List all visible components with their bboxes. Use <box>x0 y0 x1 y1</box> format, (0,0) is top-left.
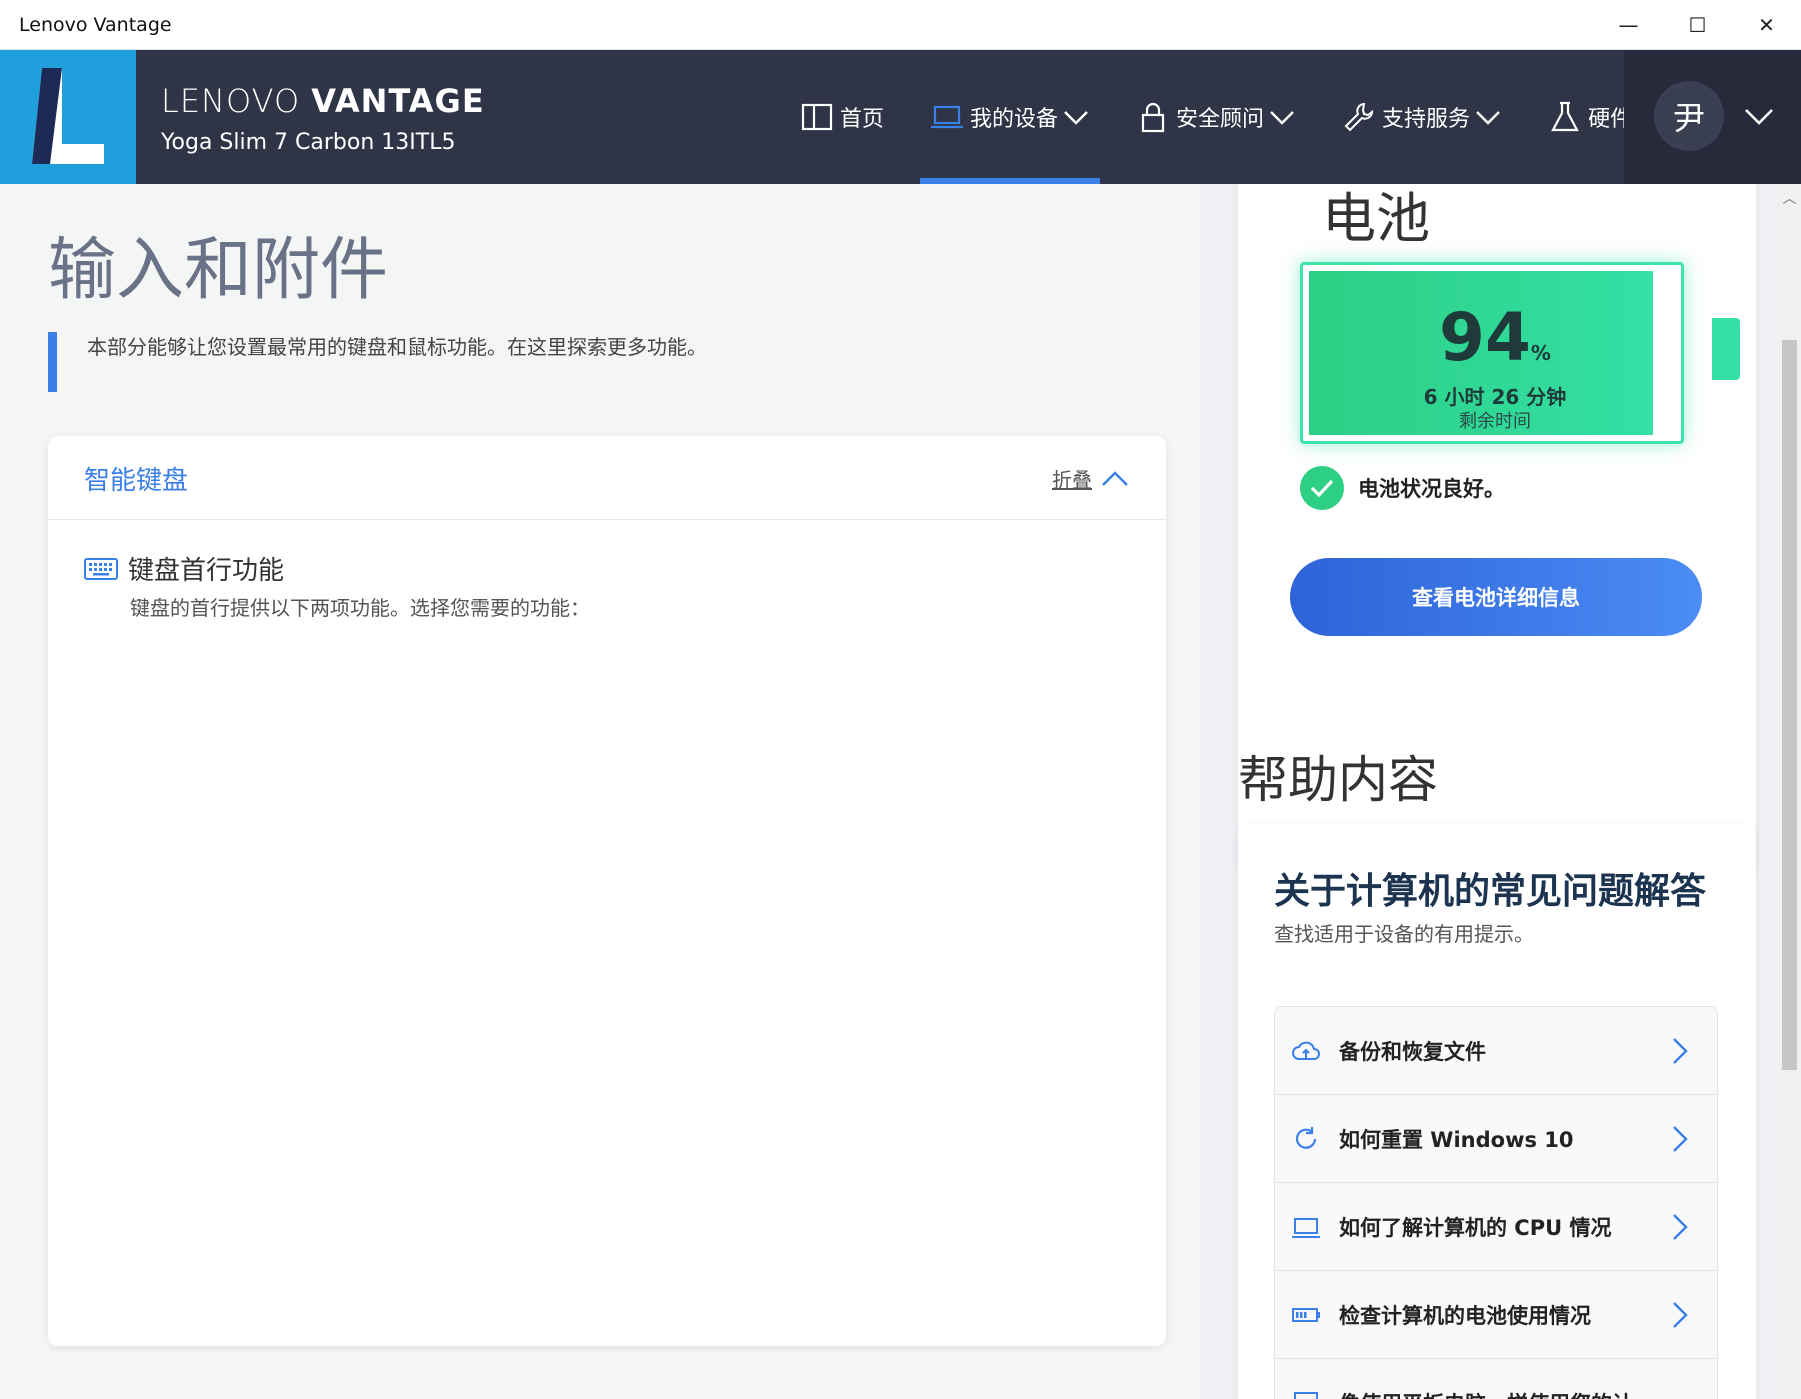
main-content: 输入和附件 本部分能够让您设置最常用的键盘和鼠标功能。在这里探索更多功能。 智能… <box>0 184 1200 1399</box>
laptop-icon <box>931 105 964 129</box>
check-circle-icon <box>1300 466 1344 510</box>
chevron-right-icon <box>1673 1301 1688 1328</box>
chevron-right-icon <box>1673 1125 1688 1152</box>
help-card: 关于计算机的常见问题解答 查找适用于设备的有用提示。 备份和恢复文件 如何重置 … <box>1238 824 1756 1399</box>
chevron-right-icon <box>1673 1213 1688 1240</box>
account-menu[interactable]: 尹 <box>1624 50 1801 184</box>
brand: LENOVO VANTAGE Yoga Slim 7 Carbon 13ITL5 <box>161 82 485 155</box>
battery-icon <box>1292 1307 1320 1322</box>
faq-item-backup[interactable]: 备份和恢复文件 <box>1275 1007 1717 1095</box>
close-button[interactable]: ✕ <box>1732 0 1801 50</box>
brand-name: LENOVO VANTAGE <box>161 82 485 120</box>
battery-percent: 94% <box>1439 299 1551 376</box>
chevron-up-icon <box>1102 470 1128 486</box>
home-panel-icon <box>801 103 833 131</box>
keyboard-icon <box>84 557 118 580</box>
collapse-button[interactable]: 折叠 <box>1052 464 1130 493</box>
lock-icon <box>1141 102 1165 133</box>
faq-item-battery-usage[interactable]: 检查计算机的电池使用情况 <box>1275 1271 1717 1359</box>
scroll-thumb[interactable] <box>1782 340 1797 1070</box>
toprow-description: 键盘的首行提供以下两项功能。选择您需要的功能： <box>130 596 590 620</box>
battery-remaining-label: 剩余时间 <box>1459 411 1531 432</box>
chevron-down-icon <box>1064 111 1088 125</box>
minimize-button[interactable]: — <box>1594 0 1663 50</box>
help-title: 帮助内容 <box>1238 751 1438 809</box>
right-panel: 电池 94% 6 小时 26 分钟 剩余时间 电池状况良好。 查看电池详细信息 … <box>1200 184 1778 1399</box>
lenovo-logo[interactable] <box>0 50 136 184</box>
chevron-down-icon <box>1745 109 1773 125</box>
title-bar: Lenovo Vantage — ☐ ✕ <box>0 0 1801 50</box>
chevron-right-icon <box>1673 1037 1688 1064</box>
nav-support[interactable]: 支持服务 <box>1332 50 1512 184</box>
main-nav: 首页 我的设备 安全顾问 支持服务 硬件扫描 <box>790 50 1712 184</box>
battery-nub <box>1712 318 1740 380</box>
page-intro: 本部分能够让您设置最常用的键盘和鼠标功能。在这里探索更多功能。 <box>48 332 707 392</box>
faq-title: 关于计算机的常见问题解答 <box>1274 871 1707 912</box>
window-controls: — ☐ ✕ <box>1594 0 1801 50</box>
laptop-icon <box>1292 1217 1320 1238</box>
maximize-button[interactable]: ☐ <box>1663 0 1732 50</box>
refresh-icon <box>1295 1126 1317 1149</box>
wrench-icon <box>1344 102 1374 132</box>
page-title: 输入和附件 <box>48 231 389 310</box>
faq-item-tablet[interactable]: 像使用平板电脑一样使用您的计 <box>1275 1359 1717 1399</box>
flask-icon <box>1551 101 1579 132</box>
toprow-section-header: 键盘首行功能 <box>84 550 284 587</box>
nav-home[interactable]: 首页 <box>790 50 894 184</box>
chevron-down-icon <box>1270 111 1294 125</box>
tablet-icon <box>1294 1391 1318 1399</box>
card-header: 智能键盘 折叠 <box>48 436 1166 520</box>
scrollbar[interactable]: ︿ <box>1778 184 1801 1399</box>
battery-details-button[interactable]: 查看电池详细信息 <box>1290 558 1702 636</box>
app-header: LENOVO VANTAGE Yoga Slim 7 Carbon 13ITL5… <box>0 50 1801 184</box>
chevron-down-icon <box>1476 111 1500 125</box>
battery-title: 电池 <box>1322 187 1430 250</box>
scroll-up-icon[interactable]: ︿ <box>1778 188 1801 208</box>
avatar[interactable]: 尹 <box>1654 81 1724 151</box>
battery-status: 电池状况良好。 <box>1300 466 1505 510</box>
faq-item-cpu[interactable]: 如何了解计算机的 CPU 情况 <box>1275 1183 1717 1271</box>
battery-gauge: 94% 6 小时 26 分钟 剩余时间 <box>1300 262 1684 444</box>
logo-l-icon <box>32 68 104 164</box>
faq-subtitle: 查找适用于设备的有用提示。 <box>1274 922 1534 946</box>
battery-time: 6 小时 26 分钟 <box>1423 385 1567 409</box>
cloud-icon <box>1292 1041 1320 1060</box>
device-model: Yoga Slim 7 Carbon 13ITL5 <box>161 130 456 155</box>
smart-keyboard-card: 智能键盘 折叠 键盘首行功能 键盘的首行提供以下两项功能。选择您需要的功能： <box>48 436 1166 1346</box>
faq-list: 备份和恢复文件 如何重置 Windows 10 如何了解计算机的 CPU 情况 … <box>1274 1006 1718 1399</box>
window-title: Lenovo Vantage <box>19 13 172 36</box>
faq-item-reset-windows[interactable]: 如何重置 Windows 10 <box>1275 1095 1717 1183</box>
card-title: 智能键盘 <box>84 466 189 496</box>
nav-security[interactable]: 安全顾问 <box>1126 50 1306 184</box>
nav-my-device[interactable]: 我的设备 <box>920 50 1101 184</box>
